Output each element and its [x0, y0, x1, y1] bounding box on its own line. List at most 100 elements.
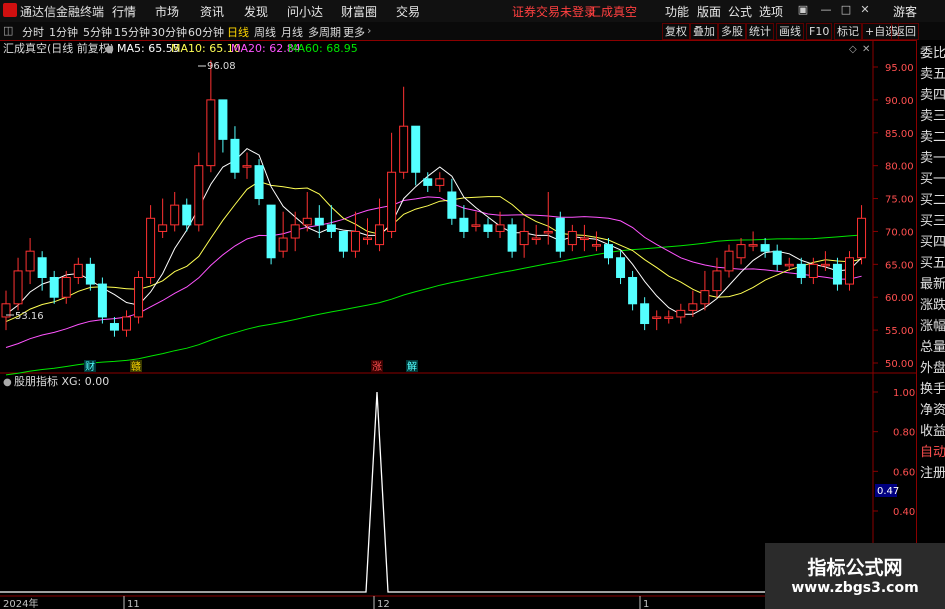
- panel-ask5[interactable]: 卖五: [920, 64, 945, 85]
- ma20-line: [5, 196, 862, 348]
- expand-icon[interactable]: ◫: [3, 24, 13, 37]
- panel-turnover[interactable]: 换手: [920, 379, 945, 400]
- candle-body: [109, 323, 119, 331]
- candle-body: [363, 237, 372, 241]
- chart-title: 汇成真空(日线 前复权): [3, 41, 114, 55]
- menu-options[interactable]: 选项: [759, 3, 783, 20]
- overlay-button[interactable]: 叠加: [690, 23, 718, 40]
- adjust-button[interactable]: 复权: [662, 23, 690, 40]
- panel-earnings[interactable]: 收益: [920, 421, 945, 442]
- diamond-icon[interactable]: ◇: [849, 44, 857, 55]
- period-weekly[interactable]: 周线: [254, 24, 276, 40]
- panel-register[interactable]: 注册: [920, 463, 945, 484]
- menu-quotes[interactable]: 行情: [112, 3, 136, 20]
- period-1min[interactable]: 1分钟: [49, 24, 78, 40]
- candle-body: [555, 217, 565, 252]
- candle-body: [447, 191, 457, 219]
- panel-latest[interactable]: 最新: [920, 274, 945, 295]
- price-tick-label: 90.00: [885, 96, 914, 107]
- x-label-jan: 1: [643, 599, 649, 609]
- x-label-nov: 11: [127, 599, 140, 609]
- period-more[interactable]: 更多: [343, 24, 365, 40]
- indicator-menu-icon[interactable]: ●: [3, 377, 12, 388]
- panel-ask4[interactable]: 卖四: [920, 85, 945, 106]
- period-multi[interactable]: 多周期: [308, 24, 341, 40]
- minimize-icon[interactable]: —: [818, 3, 834, 17]
- back-button[interactable]: 返回: [891, 23, 919, 40]
- indicator-title: 股朋指标 XG: 0.00: [14, 374, 109, 388]
- indicator-tick-label: 1.00: [893, 388, 915, 399]
- candle-body: [796, 263, 806, 278]
- panel-change[interactable]: 涨跌: [920, 295, 945, 316]
- candle-body: [519, 230, 529, 246]
- panel-bid2[interactable]: 买二: [920, 190, 945, 211]
- chevron-right-icon[interactable]: ›: [367, 24, 371, 37]
- marker-finance[interactable]: 财: [85, 360, 95, 373]
- panel-outer[interactable]: 外盘: [920, 358, 945, 379]
- menu-functions[interactable]: 功能: [665, 3, 689, 20]
- panel-net-assets[interactable]: 净资: [920, 400, 945, 421]
- chart-area[interactable]: 汇成真空(日线 前复权) ● MA5: 65.55 MA10: 65.10 MA…: [0, 40, 916, 609]
- skin-icon[interactable]: ▣: [795, 3, 811, 17]
- period-intraday[interactable]: 分时: [22, 24, 44, 40]
- period-15min[interactable]: 15分钟: [114, 24, 150, 40]
- price-tick-label: 65.00: [885, 260, 914, 271]
- guest-label[interactable]: 游客: [893, 3, 917, 20]
- period-5min[interactable]: 5分钟: [83, 24, 112, 40]
- panel-bid5[interactable]: 买五: [920, 253, 945, 274]
- panel-bid-ratio[interactable]: 委比: [920, 43, 945, 64]
- maximize-icon[interactable]: □: [838, 3, 854, 17]
- candle-body: [423, 178, 433, 186]
- candle-body: [591, 244, 601, 247]
- panel-auto[interactable]: 自动: [920, 442, 945, 463]
- candle-body: [772, 250, 782, 265]
- menu-assistant[interactable]: 问小达: [287, 3, 323, 20]
- f10-button[interactable]: F10: [806, 23, 833, 40]
- indicator-tick-label: 0.60: [893, 467, 915, 478]
- panel-bid1[interactable]: 买一: [920, 169, 945, 190]
- close-pane-icon[interactable]: ✕: [862, 44, 870, 55]
- period-monthly[interactable]: 月线: [281, 24, 303, 40]
- marker-limit-up[interactable]: 涨: [372, 361, 382, 373]
- period-60min[interactable]: 60分钟: [188, 24, 224, 40]
- price-tick-label: 75.00: [885, 195, 914, 206]
- menu-trade[interactable]: 交易: [396, 3, 420, 20]
- candle-body: [579, 237, 589, 241]
- candle-body: [700, 290, 710, 305]
- watermark-url: www.zbgs3.com: [791, 580, 919, 596]
- marker-unlock[interactable]: 解: [407, 360, 417, 373]
- candle-body: [278, 237, 288, 252]
- indicator-tick-label: 0.40: [893, 507, 915, 518]
- marker-gan[interactable]: 赣: [131, 360, 141, 373]
- candle-body: [37, 257, 47, 278]
- panel-ask1[interactable]: 卖一: [920, 148, 945, 169]
- period-daily[interactable]: 日线: [227, 24, 249, 40]
- candle-body: [664, 316, 674, 319]
- panel-bid4[interactable]: 买四: [920, 232, 945, 253]
- formula-icon[interactable]: ●: [105, 44, 114, 55]
- menu-formula[interactable]: 公式: [728, 3, 752, 20]
- panel-ask2[interactable]: 卖二: [920, 127, 945, 148]
- candle-body: [302, 217, 312, 226]
- close-icon[interactable]: ✕: [857, 3, 873, 17]
- mark-button[interactable]: 标记: [834, 23, 862, 40]
- panel-change-pct[interactable]: 涨幅: [920, 316, 945, 337]
- menu-news[interactable]: 资讯: [200, 3, 224, 20]
- statistics-button[interactable]: 统计: [746, 23, 774, 40]
- period-30min[interactable]: 30分钟: [151, 24, 187, 40]
- menu-layout[interactable]: 版面: [697, 3, 721, 20]
- login-status[interactable]: 证券交易未登录: [512, 3, 596, 20]
- panel-volume[interactable]: 总量: [920, 337, 945, 358]
- menu-wealth[interactable]: 财富圈: [341, 3, 377, 20]
- app-title: 通达信金融终端: [20, 5, 105, 19]
- candle-body: [206, 99, 216, 167]
- menu-market[interactable]: 市场: [155, 3, 179, 20]
- multi-stock-button[interactable]: 多股: [718, 23, 746, 40]
- menu-discover[interactable]: 发现: [244, 3, 268, 20]
- panel-ask3[interactable]: 卖三: [920, 106, 945, 127]
- low-price-label: 53.16: [15, 311, 44, 322]
- candle-body: [845, 257, 854, 285]
- draw-line-button[interactable]: 画线: [776, 23, 804, 40]
- current-stock: 汇成真空: [589, 5, 638, 19]
- panel-bid3[interactable]: 买三: [920, 211, 945, 232]
